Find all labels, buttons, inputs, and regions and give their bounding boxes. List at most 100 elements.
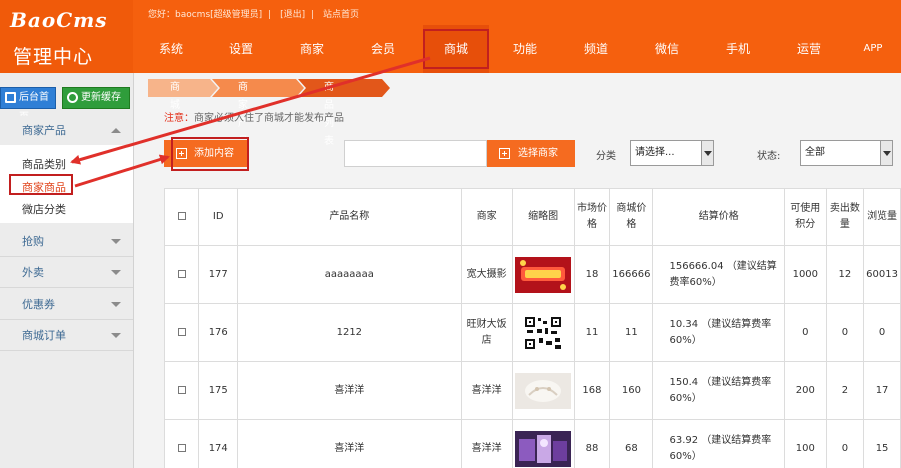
nav-wechat[interactable]: 微信 xyxy=(636,25,698,73)
nav-features[interactable]: 功能 xyxy=(494,25,556,73)
checkbox[interactable] xyxy=(177,269,186,278)
nav-app[interactable]: APP xyxy=(848,25,898,73)
cell-sold: 2 xyxy=(825,361,865,420)
checkbox[interactable] xyxy=(177,443,186,452)
cell-thumbnail xyxy=(511,361,575,420)
chevron-down-icon xyxy=(111,239,121,244)
sidebar-item-microstore-category[interactable]: 微店分类 xyxy=(22,201,66,217)
annotation-box-mall xyxy=(423,29,489,69)
cell-sold: 0 xyxy=(825,419,865,468)
notice-text: 注意：商家必须入住了商城才能发布产品 xyxy=(164,109,344,124)
cell-market-price: 88 xyxy=(573,419,611,468)
row-checkbox-cell[interactable] xyxy=(163,361,200,420)
cell-views: 15 xyxy=(863,419,901,468)
notice-body: 商家必须入住了商城才能发布产品 xyxy=(194,113,344,124)
cell-market-price: 168 xyxy=(573,361,611,420)
nav-operations[interactable]: 运营 xyxy=(778,25,840,73)
sidebar-group-label: 优惠券 xyxy=(22,298,55,311)
header-select-all[interactable] xyxy=(163,188,200,246)
cell-mall-price: 166666 xyxy=(609,245,654,304)
cell-sold: 0 xyxy=(825,303,865,362)
nav-channel[interactable]: 频道 xyxy=(565,25,627,73)
sidebar-group-mall-orders[interactable]: 商城订单 xyxy=(0,321,133,351)
site-home-link[interactable]: 站点首页 xyxy=(323,10,359,20)
cell-settle-price: 10.34 （建议结算费率60%） xyxy=(652,303,785,362)
sidebar-group-label: 商城订单 xyxy=(22,329,66,342)
cell-mall-price: 68 xyxy=(609,419,654,468)
category-select-value: 请选择... xyxy=(635,147,675,158)
table-row[interactable]: 176 1212 旺财大饭店 11 11 10.34 （建议结算费率60%） 0… xyxy=(163,303,901,362)
chevron-down-icon xyxy=(111,302,121,307)
cell-market-price: 11 xyxy=(573,303,611,362)
table-header-row: ID 产品名称 商家 缩略图 市场价格 商城价格 结算价格 可使用积分 卖出数量… xyxy=(163,188,901,246)
header-mall-price: 商城价格 xyxy=(609,188,654,246)
cell-points: 100 xyxy=(783,419,827,468)
nav-merchant[interactable]: 商家 xyxy=(281,25,343,73)
logo-brand: BaoCms xyxy=(10,8,108,32)
cell-points: 1000 xyxy=(783,245,827,304)
home-button[interactable]: 后台首页 xyxy=(0,87,56,123)
breadcrumb-item-merchant-products[interactable]: 商家产品 xyxy=(216,79,248,147)
cell-product-name: 1212 xyxy=(237,303,462,362)
header-id: ID xyxy=(198,188,239,246)
breadcrumb-shapes xyxy=(148,79,390,97)
sidebar-item-product-category[interactable]: 商品类别 xyxy=(22,156,66,172)
header-points: 可使用积分 xyxy=(783,188,827,246)
refresh-cache-button[interactable]: 更新缓存 xyxy=(62,87,130,109)
cell-product-name: aaaaaaaa xyxy=(237,245,462,304)
breadcrumb-item-mall[interactable]: 商城 xyxy=(148,79,180,111)
header-views: 浏览量 xyxy=(863,188,901,246)
table-row[interactable]: 175 喜洋洋 喜洋洋 168 160 150.4 （建议结算费率60%） 20… xyxy=(163,361,901,420)
cell-points: 200 xyxy=(783,361,827,420)
cell-thumbnail xyxy=(511,419,575,468)
sidebar-group-coupons[interactable]: 优惠券 xyxy=(0,290,133,320)
row-checkbox-cell[interactable] xyxy=(163,245,200,304)
thumbnail-purple-photo[interactable] xyxy=(515,430,572,467)
checkbox[interactable] xyxy=(177,385,186,394)
sidebar-group-label: 抢购 xyxy=(22,235,44,248)
status-select[interactable]: 全部 xyxy=(800,140,893,166)
cell-merchant: 旺财大饭店 xyxy=(460,303,513,362)
select-merchant-button[interactable]: 选择商家 xyxy=(487,140,575,167)
merchant-search-input[interactable] xyxy=(344,140,487,167)
sidebar-group-merchant-products[interactable]: 商家产品 xyxy=(0,116,133,146)
cell-thumbnail xyxy=(511,303,575,362)
checkbox[interactable] xyxy=(177,327,186,336)
status-select-value: 全部 xyxy=(805,147,825,158)
top-info-bar: 您好：baocms[超级管理员] | [退出] | 站点首页 xyxy=(148,10,360,20)
greeting-text: 您好：baocms[超级管理员] xyxy=(148,10,263,20)
nav-mall[interactable]: 商城 xyxy=(423,25,489,73)
logo: BaoCms 管理中心 xyxy=(0,0,133,73)
cell-merchant: 宽大摄影 xyxy=(460,245,513,304)
table-row[interactable]: 177 aaaaaaaa 宽大摄影 18 166666 156666.04 （建… xyxy=(163,245,901,304)
header-settle-price: 结算价格 xyxy=(652,188,785,246)
sidebar-group-takeout[interactable]: 外卖 xyxy=(0,258,133,288)
cell-settle-price: 150.4 （建议结算费率60%） xyxy=(652,361,785,420)
table-row[interactable]: 174 喜洋洋 喜洋洋 88 68 63.92 （建议结算费率60%） 100 … xyxy=(163,419,901,468)
row-checkbox-cell[interactable] xyxy=(163,419,200,468)
cell-product-name: 喜洋洋 xyxy=(237,361,462,420)
notice-prefix: 注意： xyxy=(164,113,194,124)
cell-settle-price: 156666.04 （建议结算费率60%） xyxy=(652,245,785,304)
nav-system[interactable]: 系统 xyxy=(140,25,202,73)
cell-id: 176 xyxy=(198,303,239,362)
thumbnail-light-photo[interactable] xyxy=(515,372,572,409)
sidebar-group-label: 商家产品 xyxy=(22,124,66,137)
nav-settings[interactable]: 设置 xyxy=(210,25,272,73)
nav-mobile[interactable]: 手机 xyxy=(707,25,769,73)
checkbox[interactable] xyxy=(177,212,186,220)
chevron-down-icon xyxy=(111,270,121,275)
thumbnail-qr-code[interactable] xyxy=(515,314,571,351)
cell-id: 174 xyxy=(198,419,239,468)
sidebar-group-flash-sale[interactable]: 抢购 xyxy=(0,227,133,257)
cell-id: 177 xyxy=(198,245,239,304)
top-header: BaoCms 管理中心 您好：baocms[超级管理员] | [退出] | 站点首页… xyxy=(0,0,901,73)
row-checkbox-cell[interactable] xyxy=(163,303,200,362)
thumbnail-red-banner[interactable] xyxy=(515,256,572,293)
nav-member[interactable]: 会员 xyxy=(352,25,414,73)
header-merchant: 商家 xyxy=(460,188,513,246)
logout-link[interactable]: [退出] xyxy=(280,10,305,20)
category-select[interactable]: 请选择... xyxy=(630,140,714,166)
cell-merchant: 喜洋洋 xyxy=(460,419,513,468)
header-market-price: 市场价格 xyxy=(573,188,611,246)
